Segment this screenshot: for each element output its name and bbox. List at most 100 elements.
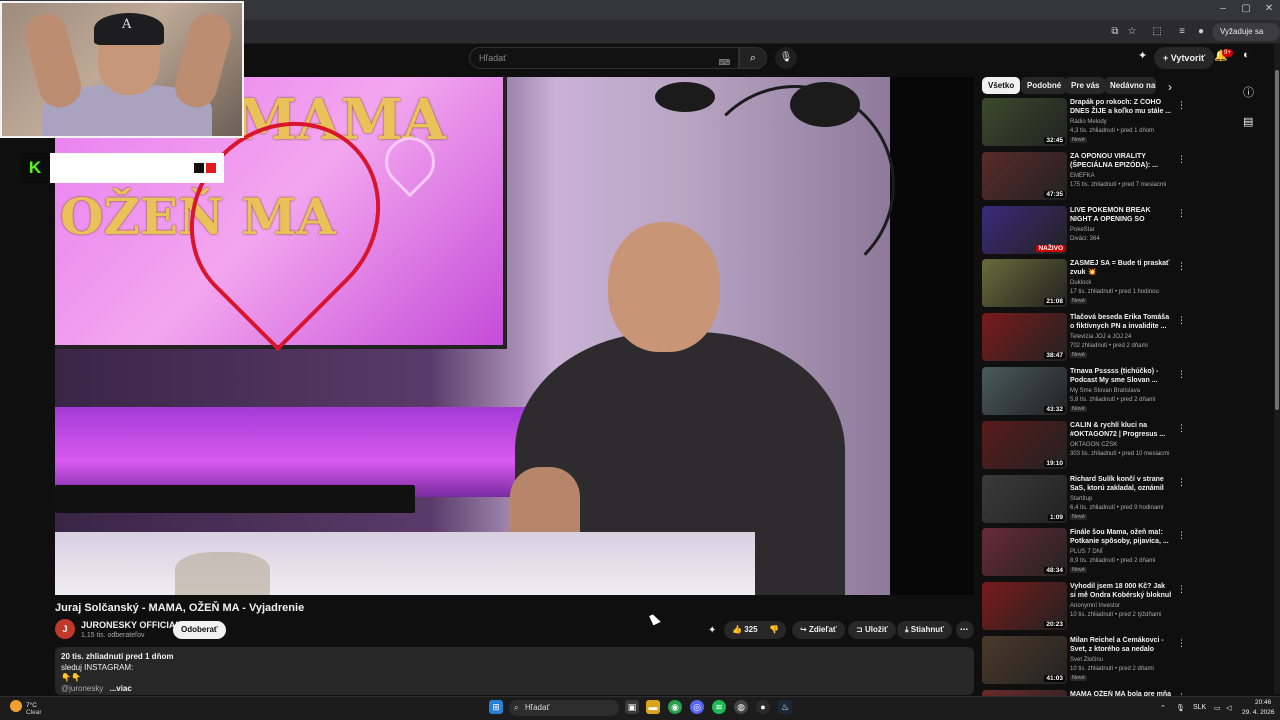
recommendation-thumbnail[interactable]: 1:09 [982, 474, 1067, 523]
recommendation-thumbnail[interactable]: 41:03 [982, 636, 1067, 684]
download-button[interactable]: ⤓ Stiahnuť [897, 621, 952, 639]
weather-desc[interactable]: Clear [26, 709, 42, 716]
task-view-icon[interactable]: ▣ [625, 700, 639, 714]
start-windows-icon[interactable]: ⊞ [489, 700, 503, 714]
recommendation-thumbnail[interactable]: NAŽIVO [982, 205, 1067, 254]
chrome-icon[interactable]: ◉ [668, 700, 682, 714]
ai-ask-icon[interactable]: ✦ [708, 625, 716, 636]
recommendation-item[interactable]: 1:09 Richard Sulík končí v strane SaS, kt… [982, 474, 1186, 525]
scrollbar-thumb[interactable] [1275, 70, 1279, 410]
chat-icon[interactable]: ▤ [1243, 115, 1253, 128]
info-icon[interactable]: ⓘ [1243, 84, 1254, 100]
recommendation-item[interactable]: 48:34 Finále šou Mama, ožeň ma!: Potkanie… [982, 528, 1186, 578]
more-vert-icon[interactable]: ⋮ [1177, 154, 1186, 165]
more-vert-icon[interactable]: ⋮ [1177, 530, 1186, 541]
recommendation-item[interactable]: NAŽIVO LIVE POKEMON BREAK NIGHT A OPENING… [982, 205, 1186, 256]
create-button[interactable]: + Vytvoriť [1154, 47, 1215, 69]
cast-ai-icon[interactable]: ✦ [1138, 49, 1147, 62]
recommendation-thumbnail[interactable]: 38:47 [982, 313, 1067, 362]
recommendation-item[interactable]: 41:03 Milan Reichel a Čemákovci - Svet, z… [982, 636, 1186, 686]
more-actions-button[interactable]: ⋯ [956, 621, 974, 639]
bookmark-star-icon[interactable]: ☆ [1125, 25, 1139, 39]
recommendation-thumbnail[interactable]: 47:35 [982, 151, 1067, 200]
recommendation-channel: Svet Zločinu [1070, 657, 1104, 663]
description-handle[interactable]: @juronesky [61, 684, 103, 693]
webcam-arm-left [20, 9, 86, 112]
more-vert-icon[interactable]: ⋮ [1177, 315, 1186, 326]
close-window-button[interactable]: ✕ [1259, 3, 1279, 14]
video-scene-shadow [890, 77, 974, 595]
tray-chevron-icon[interactable]: ⌃ [1160, 704, 1166, 712]
keyboard-icon[interactable]: ⌨ [718, 53, 730, 73]
language-indicator[interactable]: SLK [1193, 704, 1206, 711]
recommendation-meta: 702 zhliadnutí • pred 2 dňami [1070, 343, 1148, 350]
profile-avatar-icon[interactable]: ● [1194, 25, 1208, 39]
channel-avatar[interactable]: J [55, 619, 75, 639]
subscribe-button[interactable]: Odoberať [173, 621, 226, 639]
taskbar-search[interactable]: ⌕ Hľadať [509, 700, 619, 716]
recommendation-thumbnail[interactable]: 19:10 [982, 420, 1067, 469]
search-button[interactable]: ⌕ [739, 47, 767, 69]
recommendation-item[interactable]: 21:08 ZASMEJ SA = Bude ti praskať zvuk 💥 D… [982, 259, 1186, 309]
description-more[interactable]: ...viac [110, 684, 132, 693]
recommendation-item[interactable]: 47:35 ZA OPONOU VIRALITY (ŠPECIÁLNA EPIZÓ… [982, 151, 1186, 202]
extensions-icon[interactable]: ⬚ [1150, 25, 1164, 39]
file-explorer-icon[interactable]: ▬ [646, 700, 660, 714]
recommendation-meta: 175 tis. zhliadnutí • pred 7 mesiacmi [1070, 181, 1167, 188]
more-vert-icon[interactable]: ⋮ [1177, 477, 1186, 488]
weather-icon[interactable] [10, 700, 22, 712]
recommendation-item[interactable]: 38:47 Tlačová beseda Erika Tomáša o fiktí… [982, 313, 1186, 363]
chip-all[interactable]: Všetko [982, 77, 1021, 94]
channel-name[interactable]: JURONESKY OFFICIAL [81, 620, 181, 630]
chevron-right-icon[interactable]: › [1168, 80, 1172, 94]
minimize-button[interactable]: – [1213, 3, 1233, 14]
recommendation-item[interactable]: 43:32 Trnava Psssss (tichúčko) - Podcast … [982, 367, 1186, 417]
network-icon[interactable]: ▭ [1214, 704, 1221, 712]
browser-active-icon[interactable]: ◍ [734, 700, 748, 714]
recommendation-thumbnail[interactable]: 48:34 [982, 528, 1067, 577]
description-meta: 20 tis. zhliadnutí pred 1 dňom [61, 652, 174, 661]
maximize-button[interactable]: ▢ [1236, 3, 1256, 14]
obs-icon[interactable]: ● [756, 700, 770, 714]
recommendation-thumbnail[interactable]: 43:32 [982, 367, 1067, 415]
more-vert-icon[interactable]: ⋮ [1177, 584, 1186, 595]
more-vert-icon[interactable]: ⋮ [1177, 423, 1186, 434]
action-required-pill[interactable]: Vyžaduje sa akcia [1212, 23, 1280, 54]
steam-icon[interactable]: ♨ [778, 700, 792, 714]
search-input[interactable]: Hľadať ⌨ [469, 47, 739, 69]
share-button[interactable]: ↪ Zdieľať [792, 621, 845, 639]
voice-search-button[interactable]: 🎙 [775, 47, 797, 69]
description-box[interactable]: 20 tis. zhliadnutí pred 1 dňom sleduj IN… [55, 647, 974, 695]
recommendation-item[interactable]: 32:45 Drapák po rokoch: Z ČOHO DNES ŽIJE … [982, 98, 1186, 148]
video-jar [175, 552, 270, 595]
mic-tray-icon[interactable]: 🎙 [1176, 704, 1185, 712]
save-button[interactable]: ⊐ Uložiť [848, 621, 896, 639]
recommendation-item[interactable]: 20:23 Vyhodil jsem 18 000 Kč? Jak si mě O… [982, 582, 1186, 632]
account-avatar[interactable]: ◐ [1243, 49, 1250, 61]
recommendation-thumbnail[interactable]: 20:23 [982, 582, 1067, 631]
spotify-icon[interactable]: ≋ [712, 700, 726, 714]
taskbar-date[interactable]: 29. 4. 2026 [1242, 709, 1275, 716]
dislike-button[interactable]: 👎 [764, 621, 786, 639]
cast-icon[interactable]: ⧉ [1108, 25, 1122, 39]
media-control-icon[interactable]: ≡ [1175, 25, 1189, 39]
recommendation-thumbnail[interactable]: 21:08 [982, 259, 1067, 308]
discord-icon[interactable]: ◎ [690, 700, 704, 714]
chip-for-you[interactable]: Pre vás [1065, 77, 1106, 94]
recommendation-title: Drapák po rokoch: Z ČOHO DNES ŽIJE a koľ… [1070, 99, 1172, 115]
new-badge: Nové [1070, 567, 1087, 574]
weather-temp[interactable]: 7°C [26, 702, 37, 709]
more-vert-icon[interactable]: ⋮ [1177, 638, 1186, 649]
recommendation-title: ZASMEJ SA = Bude ti praskať zvuk 💥 [1070, 260, 1170, 277]
more-vert-icon[interactable]: ⋮ [1177, 261, 1186, 272]
recommendation-thumbnail[interactable]: 32:45 [982, 98, 1067, 146]
more-vert-icon[interactable]: ⋮ [1177, 100, 1186, 111]
more-vert-icon[interactable]: ⋮ [1177, 208, 1186, 219]
taskbar-time[interactable]: 20:46 [1255, 699, 1271, 706]
chip-similar[interactable]: Podobné [1021, 77, 1068, 94]
volume-icon[interactable]: ◁ [1226, 704, 1231, 712]
chip-recent[interactable]: Nedávno nahraté [1104, 77, 1156, 94]
more-vert-icon[interactable]: ⋮ [1177, 369, 1186, 380]
recommendation-item[interactable]: 19:10 CALIN & rychlí kluci na #OKTAGON72 … [982, 420, 1186, 471]
thumb-up-icon: 👍 [732, 625, 742, 634]
